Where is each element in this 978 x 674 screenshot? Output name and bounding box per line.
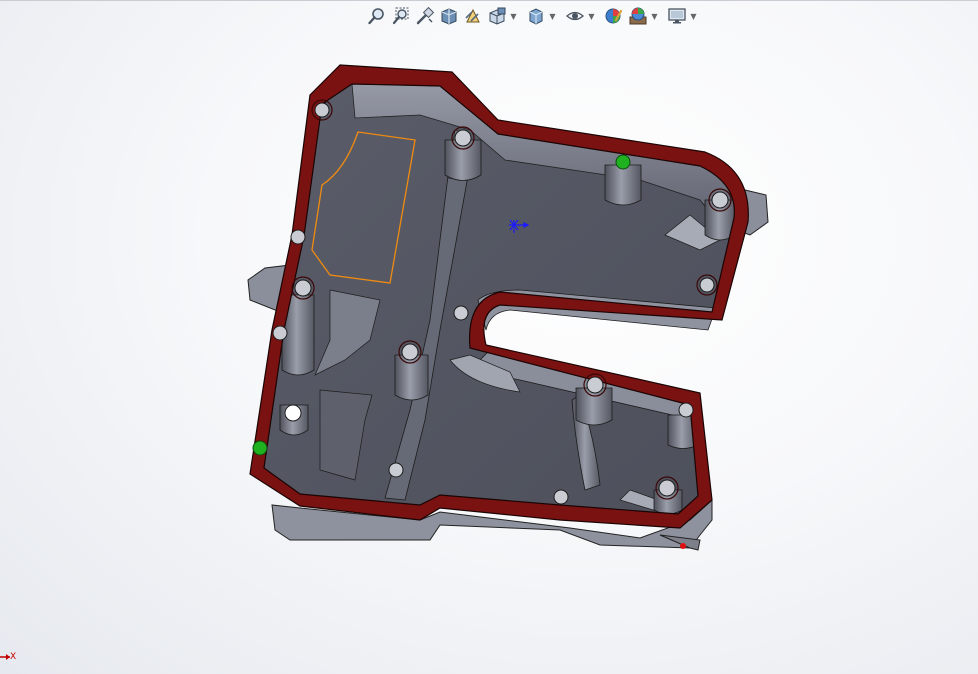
- triad-x-label: X: [10, 652, 17, 662]
- mate-reference-hole[interactable]: [252, 440, 268, 456]
- sketch-point-marker: [680, 543, 686, 549]
- graphics-area[interactable]: [0, 0, 978, 674]
- mate-reference-hole[interactable]: [615, 154, 631, 170]
- reference-triad: X: [0, 646, 22, 664]
